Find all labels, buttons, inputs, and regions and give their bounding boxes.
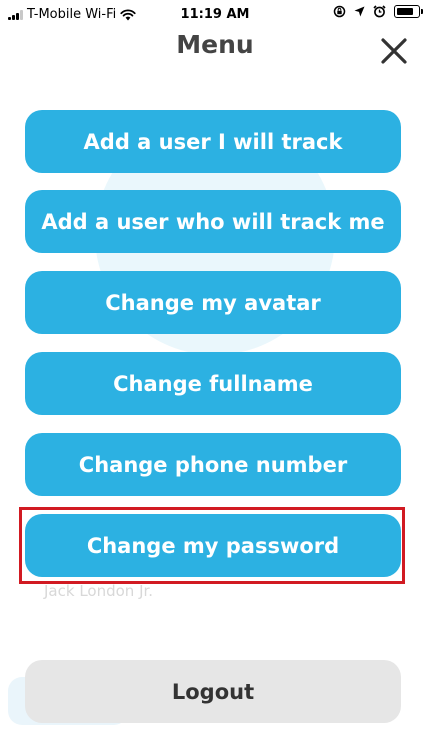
close-icon xyxy=(381,38,407,64)
background-user-name: Jack London Jr. xyxy=(44,582,154,600)
screen-lock-icon xyxy=(333,5,346,18)
status-right xyxy=(333,5,423,18)
add-tracker-user-button[interactable]: Add a user who will track me xyxy=(25,190,401,253)
add-tracked-user-button[interactable]: Add a user I will track xyxy=(25,110,401,173)
alarm-icon xyxy=(373,5,386,18)
page-title: Menu xyxy=(176,30,254,59)
change-phone-number-button[interactable]: Change phone number xyxy=(25,433,401,496)
location-arrow-icon xyxy=(354,6,365,17)
battery-icon xyxy=(394,5,423,18)
logout-button[interactable]: Logout xyxy=(25,660,401,723)
change-avatar-button[interactable]: Change my avatar xyxy=(25,271,401,334)
highlight-box xyxy=(19,507,405,584)
close-button[interactable] xyxy=(380,37,408,65)
change-fullname-button[interactable]: Change fullname xyxy=(25,352,401,415)
status-bar: T-Mobile Wi-Fi 11:19 AM xyxy=(0,0,430,32)
